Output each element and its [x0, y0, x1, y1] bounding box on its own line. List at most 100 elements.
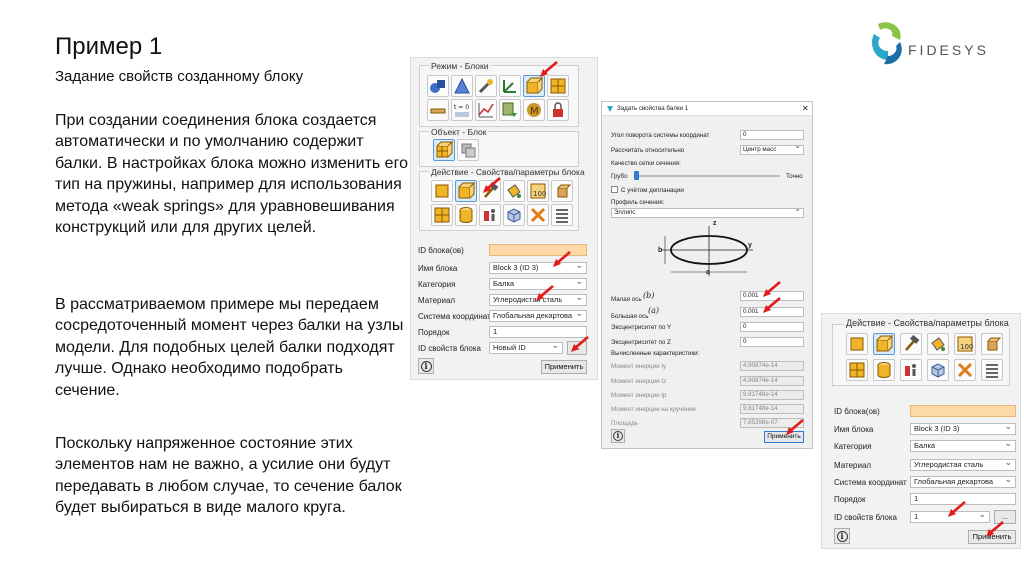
field-label-material: Материал	[834, 461, 872, 470]
computed-iy-label: Момент инерции Iy	[611, 363, 667, 370]
mode-tools-icon[interactable]	[475, 75, 497, 97]
axis-y-label: y	[748, 242, 752, 249]
coordinate-system-select[interactable]: Глобальная декартова	[910, 476, 1016, 488]
field-label-coordinate-system: Система координат	[834, 478, 907, 487]
action-split-icon[interactable]	[431, 204, 453, 226]
action-list-icon[interactable]	[551, 204, 573, 226]
mode-beam-icon[interactable]	[427, 99, 449, 121]
mode-material-icon[interactable]: M	[523, 99, 545, 121]
coordinate-system-select[interactable]: Глобальная декартова	[489, 310, 587, 322]
relative-select[interactable]: Центр масс	[740, 145, 804, 155]
pointer-arrow-icon	[948, 501, 966, 517]
dialog-close-button[interactable]: ✕	[802, 104, 809, 113]
action-block-small-icon[interactable]	[551, 180, 573, 202]
major-axis-label: Большая ось	[611, 313, 649, 320]
minor-axis-label: Малая ось	[611, 296, 642, 303]
field-label-coordinate-system: Система координат	[418, 312, 491, 321]
mode-lock-icon[interactable]	[547, 99, 569, 121]
action-cube-wire-icon[interactable]	[503, 204, 525, 226]
mode-geometry-icon[interactable]	[427, 75, 449, 97]
beam-properties-dialog: Задать свойства балки 1 ✕ Угол поворота …	[601, 101, 813, 449]
action-hammer-icon[interactable]	[900, 333, 922, 355]
action-delete-icon[interactable]	[954, 359, 976, 381]
action-cube-wire-icon[interactable]	[927, 359, 949, 381]
action-number-icon[interactable]: 100	[954, 333, 976, 355]
field-label-category: Категория	[834, 442, 872, 451]
mode-export-icon[interactable]	[499, 99, 521, 121]
action-create-block-icon[interactable]	[431, 180, 453, 202]
computed-torsion-value: 9.81748e-14	[740, 404, 804, 414]
rotation-input[interactable]: 0	[740, 130, 804, 140]
ecc-z-input[interactable]: 0	[740, 337, 804, 347]
block-ids-input[interactable]	[489, 244, 587, 256]
help-button[interactable]: i	[834, 528, 850, 544]
action-number-icon[interactable]: 100	[527, 180, 549, 202]
action-block-small-icon[interactable]	[981, 333, 1003, 355]
action-cylinder-icon[interactable]	[455, 204, 477, 226]
action-split-icon[interactable]	[846, 359, 868, 381]
t0-label: t = 0	[454, 104, 469, 111]
minor-axis-symbol: (b)	[643, 291, 655, 300]
object-group-title: Объект - Блок	[429, 127, 489, 137]
fine-label: Точно	[786, 173, 803, 180]
computed-ip-value: 9.81748e-14	[740, 390, 804, 400]
mesh-quality-slider[interactable]	[634, 171, 639, 180]
mode-chart-icon[interactable]	[475, 99, 497, 121]
computed-label: Вычисленные характеристики:	[611, 350, 700, 357]
svg-text:100: 100	[960, 343, 973, 351]
pointer-arrow-icon	[553, 251, 571, 267]
mesh-quality-track	[634, 175, 780, 177]
block-property-id-select[interactable]: Новый ID	[489, 342, 563, 354]
field-label-block-name: Имя блока	[834, 425, 874, 434]
block-name-select[interactable]: Block 3 (ID 3)	[910, 423, 1016, 435]
field-label-category: Категория	[418, 280, 456, 289]
block-properties-panel-result: Действие - Свойства/параметры блока 100 …	[821, 313, 1021, 549]
axis-z-label: z	[713, 220, 717, 227]
info-icon: i	[836, 530, 848, 542]
help-button[interactable]: i	[418, 358, 434, 374]
action-group-title: Действие - Свойства/параметры блока	[429, 167, 587, 177]
object-block-icon[interactable]	[433, 139, 455, 161]
action-cylinder-icon[interactable]	[873, 359, 895, 381]
profile-select[interactable]: Эллипс	[611, 208, 804, 218]
mode-axes-icon[interactable]	[499, 75, 521, 97]
block-ids-input[interactable]	[910, 405, 1016, 417]
mesh-quality-label: Качество сетки сечения:	[611, 160, 681, 167]
computed-torsion-label: Момент инерции на кручение	[611, 406, 696, 413]
planar-label: С учётом депланации	[621, 187, 684, 194]
rotation-label: Угол поворота системы координат	[611, 132, 710, 139]
action-info-icon[interactable]	[479, 204, 501, 226]
field-label-block-property-id: ID свойств блока	[834, 513, 897, 522]
action-paint-icon[interactable]	[927, 333, 949, 355]
computed-iz-label: Момент инерции Iz	[611, 378, 667, 385]
pointer-arrow-icon	[986, 521, 1004, 537]
action-properties-icon[interactable]	[873, 333, 895, 355]
dialog-help-button[interactable]: i	[611, 429, 625, 443]
paragraph-moment-transfer: В рассматриваемом примере мы передаем со…	[55, 296, 404, 399]
category-select[interactable]: Балка	[910, 440, 1016, 452]
action-create-block-icon[interactable]	[846, 333, 868, 355]
apply-button[interactable]: Применить	[541, 360, 587, 374]
block-properties-panel: Режим - Блоки t = 0 M Объект - Блок Дейс…	[410, 57, 598, 380]
planar-checkbox[interactable]	[611, 186, 618, 193]
action-group-right-title: Действие - Свойства/параметры блока	[844, 318, 1011, 328]
action-paint-icon[interactable]	[503, 180, 525, 202]
fidesys-logo-icon	[871, 22, 902, 65]
field-label-block-property-id: ID свойств блока	[418, 344, 481, 353]
material-select[interactable]: Углеродистая сталь	[910, 459, 1016, 471]
mode-time-icon[interactable]: t = 0	[451, 99, 473, 121]
fidesys-logo: FIDESYS	[870, 20, 1010, 70]
field-label-block-ids: ID блока(ов)	[834, 407, 880, 416]
action-properties-icon[interactable]	[455, 180, 477, 202]
object-block-group-icon[interactable]	[457, 139, 479, 161]
mode-mesh-icon[interactable]	[451, 75, 473, 97]
app-icon	[607, 106, 613, 112]
slide-subtitle: Задание свойств созданному блоку	[55, 68, 304, 85]
field-label-order: Порядок	[418, 328, 450, 337]
action-info-icon[interactable]	[900, 359, 922, 381]
action-list-icon[interactable]	[981, 359, 1003, 381]
ecc-y-input[interactable]: 0	[740, 322, 804, 332]
action-delete-icon[interactable]	[527, 204, 549, 226]
block-name-select[interactable]: Block 3 (ID 3)	[489, 262, 587, 274]
computed-area-label: Площадь	[611, 420, 638, 427]
